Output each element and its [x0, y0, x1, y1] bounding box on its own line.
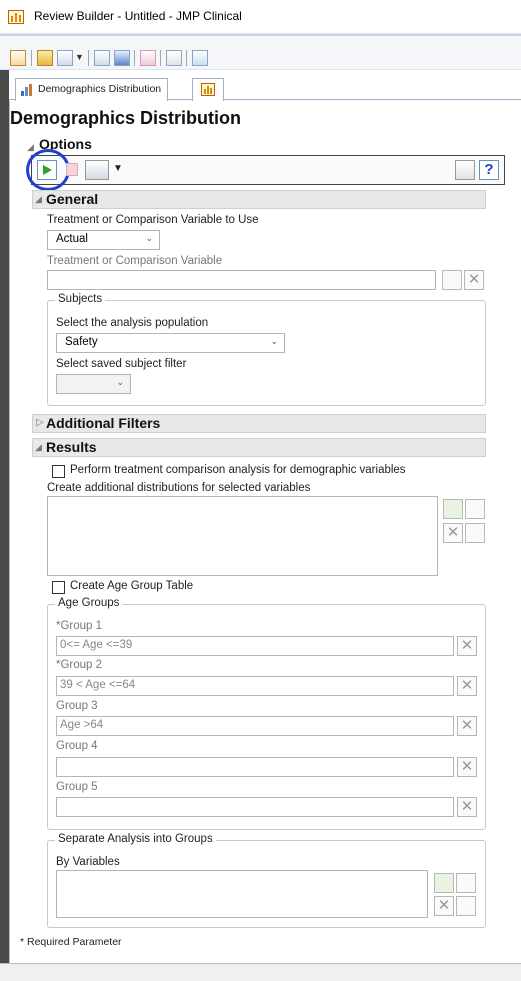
- jmp-app-icon: [8, 10, 24, 24]
- subject-filter-select[interactable]: ⌄: [56, 374, 131, 394]
- toolbar-separator: [186, 50, 187, 66]
- jmp-home-icon[interactable]: [10, 50, 26, 66]
- window-title-bar: Review Builder - Untitled - JMP Clinical: [0, 0, 521, 34]
- options-disclosure-icon[interactable]: ◢: [27, 142, 34, 153]
- save-settings-dropdown-icon[interactable]: ▼: [113, 163, 123, 174]
- page-title: Demographics Distribution: [10, 108, 242, 128]
- create-age-group-checkbox[interactable]: [52, 581, 65, 594]
- layout-icon[interactable]: [114, 50, 130, 66]
- clear-group-5-icon[interactable]: ✕: [457, 797, 477, 817]
- treatment-to-use-value: Actual: [56, 233, 88, 245]
- toolbar-separator: [134, 50, 135, 66]
- move-down-icon[interactable]: [456, 896, 476, 916]
- general-disclosure-icon[interactable]: ◢: [35, 194, 42, 205]
- required-note: * Required Parameter: [20, 936, 122, 948]
- move-up-icon[interactable]: [456, 873, 476, 893]
- stop-icon[interactable]: [140, 50, 156, 66]
- by-variables-label: By Variables: [56, 856, 120, 868]
- results-section-bar[interactable]: [32, 438, 486, 457]
- open-folder-icon[interactable]: [37, 50, 53, 66]
- treatment-variable-field[interactable]: [47, 270, 436, 290]
- perform-comparison-checkbox[interactable]: [52, 465, 65, 478]
- group-2-field[interactable]: 39 < Age <=64: [56, 676, 454, 696]
- tab-label: Demographics Distribution: [38, 83, 162, 95]
- additional-filters-collapsed-icon[interactable]: ▷: [36, 417, 44, 428]
- results-disclosure-icon[interactable]: ◢: [35, 442, 42, 453]
- age-groups-legend: Age Groups: [55, 597, 123, 609]
- remove-variable-icon[interactable]: ✕: [443, 523, 463, 543]
- subjects-legend: Subjects: [55, 293, 106, 305]
- perform-comparison-label: Perform treatment comparison analysis fo…: [70, 464, 406, 476]
- group-4-field[interactable]: [56, 757, 454, 777]
- population-value: Safety: [65, 336, 98, 348]
- settings-icon[interactable]: [192, 50, 208, 66]
- group-1-label: *Group 1: [56, 620, 103, 632]
- group-1-field[interactable]: 0<= Age <=39: [56, 636, 454, 656]
- add-variable-icon[interactable]: [442, 270, 462, 290]
- separate-analysis-legend: Separate Analysis into Groups: [55, 833, 216, 845]
- help-icon[interactable]: ?: [479, 160, 499, 180]
- population-label: Select the analysis population: [56, 317, 209, 329]
- clear-group-2-icon[interactable]: ✕: [457, 676, 477, 696]
- group-5-field[interactable]: [56, 797, 454, 817]
- clear-group-1-icon[interactable]: ✕: [457, 636, 477, 656]
- general-section-bar[interactable]: [32, 190, 486, 209]
- window-left-frame: [0, 70, 9, 969]
- create-age-group-label: Create Age Group Table: [70, 580, 194, 592]
- toolbar-separator: [31, 50, 32, 66]
- clear-group-3-icon[interactable]: ✕: [457, 716, 477, 736]
- group-5-label: Group 5: [56, 781, 98, 793]
- report-icon[interactable]: [166, 50, 182, 66]
- chevron-down-icon: ⌄: [145, 233, 153, 243]
- general-title[interactable]: General: [46, 191, 98, 207]
- chevron-down-icon: ⌄: [116, 377, 124, 387]
- group-3-label: Group 3: [56, 700, 98, 712]
- results-title[interactable]: Results: [46, 439, 97, 455]
- window-title: Review Builder - Untitled - JMP Clinical: [34, 9, 242, 23]
- treatment-variable-label: Treatment or Comparison Variable: [47, 255, 223, 267]
- group-4-label: Group 4: [56, 740, 98, 752]
- additional-filters-title[interactable]: Additional Filters: [46, 415, 160, 431]
- treatment-to-use-label: Treatment or Comparison Variable to Use: [47, 214, 259, 226]
- add-variable-icon[interactable]: [434, 873, 454, 893]
- tab-row: Demographics Distribution: [9, 74, 521, 101]
- notes-icon[interactable]: [455, 160, 475, 180]
- remove-variable-icon[interactable]: ✕: [464, 270, 484, 290]
- add-variable-icon[interactable]: [443, 499, 463, 519]
- toolbar-separator: [160, 50, 161, 66]
- highlight-circle: [26, 149, 70, 191]
- remove-variable-icon[interactable]: ✕: [434, 896, 454, 916]
- move-down-icon[interactable]: [465, 523, 485, 543]
- chart-tab-icon: [21, 84, 34, 96]
- stop-run-icon[interactable]: [66, 163, 78, 176]
- population-select[interactable]: Safety ⌄: [56, 333, 285, 353]
- additional-distributions-label: Create additional distributions for sele…: [47, 482, 311, 494]
- toolbar-separator: [88, 50, 89, 66]
- chevron-down-icon: ⌄: [270, 336, 278, 346]
- by-variables-list[interactable]: [56, 870, 428, 918]
- tab-demographics-distribution[interactable]: Demographics Distribution: [15, 78, 169, 101]
- group-2-label: *Group 2: [56, 659, 103, 671]
- subject-filter-label: Select saved subject filter: [56, 358, 187, 370]
- zoom-window-icon[interactable]: [94, 50, 110, 66]
- save-settings-icon[interactable]: [85, 160, 109, 180]
- save-icon[interactable]: [57, 50, 73, 66]
- add-tab-icon: [201, 83, 215, 96]
- status-bar: [0, 963, 521, 981]
- save-dropdown-arrow-icon[interactable]: ▼: [75, 52, 84, 62]
- new-tab-button[interactable]: [192, 78, 224, 101]
- treatment-to-use-select[interactable]: Actual ⌄: [47, 230, 160, 250]
- group-3-field[interactable]: Age >64: [56, 716, 454, 736]
- additional-distributions-list[interactable]: [47, 496, 438, 576]
- move-up-icon[interactable]: [465, 499, 485, 519]
- clear-group-4-icon[interactable]: ✕: [457, 757, 477, 777]
